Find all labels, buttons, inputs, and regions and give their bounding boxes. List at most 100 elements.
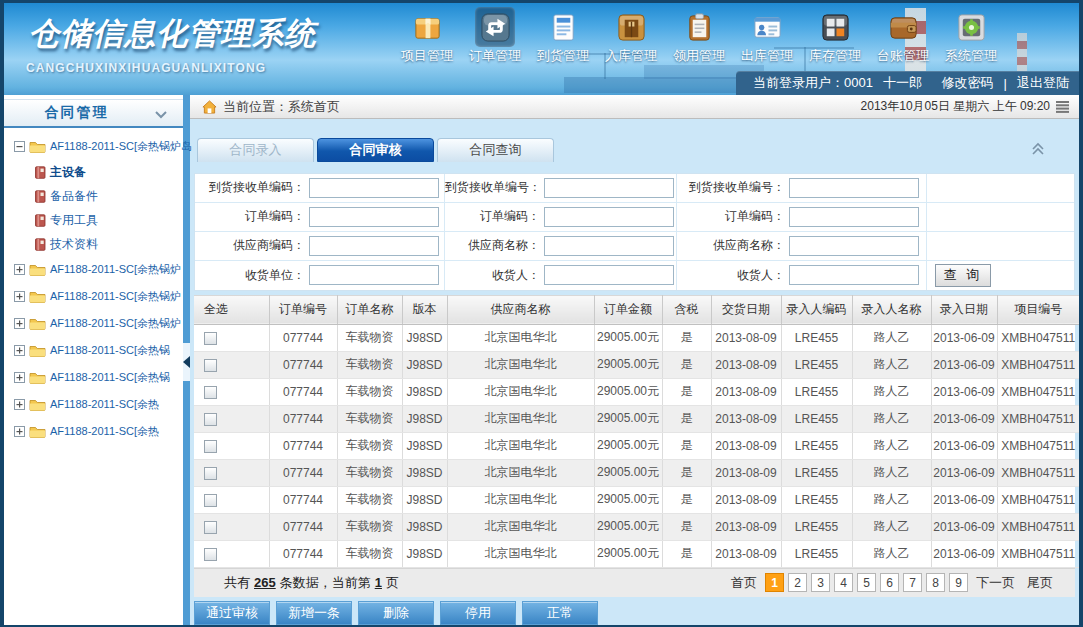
package-icon <box>412 12 443 43</box>
table-footer: 共有265条数据，当前第1页 首页 123456789 下一页尾页 <box>194 568 1075 597</box>
nav-item-台账管理[interactable]: 台账管理 <box>869 7 937 65</box>
row-checkbox[interactable] <box>204 413 217 426</box>
row-checkbox[interactable] <box>204 521 217 534</box>
action-button-停用[interactable]: 停用 <box>440 601 516 625</box>
table-cell: 2013-06-09 <box>931 459 997 486</box>
table-cell: J98SD <box>402 486 447 513</box>
pager-page-1[interactable]: 1 <box>765 573 784 592</box>
tree-item[interactable]: 技术资料 <box>4 232 183 256</box>
form-input[interactable] <box>789 207 919 227</box>
current-user-label: 当前登录用户：0001 <box>753 74 873 92</box>
pager-page-3[interactable]: 3 <box>811 573 830 592</box>
logout-link[interactable]: 退出登陆 <box>1017 74 1069 92</box>
pager-page-9[interactable]: 9 <box>949 573 968 592</box>
nav-item-项目管理[interactable]: 项目管理 <box>393 7 461 65</box>
tree-item[interactable]: AF1188-2011-SC[余热 <box>4 391 183 418</box>
nav-item-领用管理[interactable]: 领用管理 <box>665 7 733 65</box>
table-cell: 是 <box>662 324 711 351</box>
tab-合同审核[interactable]: 合同审核 <box>317 138 434 162</box>
action-button-通过审核[interactable]: 通过审核 <box>194 601 270 625</box>
tree-item[interactable]: AF1188-2011-SC[余热锅炉 <box>4 310 183 337</box>
tree-item[interactable]: 备品备件 <box>4 184 183 208</box>
row-checkbox[interactable] <box>204 494 217 507</box>
column-header: 全选 <box>194 295 269 324</box>
table-cell: LRE455 <box>781 513 852 540</box>
plus-box-icon[interactable] <box>14 264 25 275</box>
nav-item-到货管理[interactable]: 到货管理 <box>529 7 597 65</box>
clipboard-icon <box>684 12 715 43</box>
minus-box-icon[interactable] <box>14 141 25 152</box>
form-input[interactable] <box>789 265 919 285</box>
pager-page-6[interactable]: 6 <box>880 573 899 592</box>
row-checkbox[interactable] <box>204 386 217 399</box>
pager-page-4[interactable]: 4 <box>834 573 853 592</box>
tab-合同查询[interactable]: 合同查询 <box>437 138 554 162</box>
change-password-link[interactable]: 修改密码 <box>942 74 994 92</box>
tree-item[interactable]: AF1188-2011-SC[余热 <box>4 418 183 445</box>
form-input[interactable] <box>544 265 674 285</box>
table-cell: LRE455 <box>781 540 852 567</box>
table-cell: J98SD <box>402 378 447 405</box>
menu-lines-icon[interactable] <box>1056 101 1069 113</box>
nav-item-出库管理[interactable]: 出库管理 <box>733 7 801 65</box>
table-cell: 车载物资 <box>337 405 402 432</box>
pager-page-7[interactable]: 7 <box>903 573 922 592</box>
column-header: 录入人编码 <box>781 295 852 324</box>
form-input[interactable] <box>309 265 439 285</box>
form-input[interactable] <box>789 178 919 198</box>
pager-first[interactable]: 首页 <box>731 574 757 592</box>
table-cell: 077744 <box>269 513 337 540</box>
tree-item[interactable]: AF1188-2011-SC[余热锅 <box>4 364 183 391</box>
search-button[interactable]: 查 询 <box>935 264 991 287</box>
action-button-正常[interactable]: 正常 <box>522 601 598 625</box>
plus-box-icon[interactable] <box>14 291 25 302</box>
form-input[interactable] <box>544 236 674 256</box>
plus-box-icon[interactable] <box>14 318 25 329</box>
tree-item[interactable]: AF1188-2011-SC[余热锅 <box>4 337 183 364</box>
nav-item-库存管理[interactable]: 库存管理 <box>801 7 869 65</box>
plus-box-icon[interactable] <box>14 372 25 383</box>
sidebar-scrollbar[interactable] <box>183 95 190 625</box>
action-button-删除[interactable]: 删除 <box>358 601 434 625</box>
nav-item-系统管理[interactable]: 系统管理 <box>937 7 1005 65</box>
pager-page-8[interactable]: 8 <box>926 573 945 592</box>
tree-item[interactable]: AF1188-2011-SC[余热锅炉 <box>4 283 183 310</box>
row-checkbox[interactable] <box>204 359 217 372</box>
plus-box-icon[interactable] <box>14 399 25 410</box>
row-checkbox[interactable] <box>204 440 217 453</box>
tree-item[interactable]: 主设备 <box>4 160 183 184</box>
nav-item-入库管理[interactable]: 入库管理 <box>597 7 665 65</box>
table-cell: 北京国电华北 <box>447 351 594 378</box>
current-user-name: 十一郎 <box>883 74 922 92</box>
pager-page-2[interactable]: 2 <box>788 573 807 592</box>
sidebar-collapse-arrow-icon[interactable] <box>183 356 190 368</box>
row-checkbox[interactable] <box>204 332 217 345</box>
plus-box-icon[interactable] <box>14 426 25 437</box>
tree-item[interactable]: AF1188-2011-SC[余热锅炉岛 <box>4 133 183 160</box>
tab-合同录入[interactable]: 合同录入 <box>197 138 314 162</box>
form-input[interactable] <box>789 236 919 256</box>
pager-next[interactable]: 下一页 <box>976 574 1015 592</box>
table-cell: 车载物资 <box>337 513 402 540</box>
row-checkbox[interactable] <box>204 548 217 561</box>
action-button-新增一条[interactable]: 新增一条 <box>276 601 352 625</box>
table-cell: LRE455 <box>781 405 852 432</box>
tree-item[interactable]: 专用工具 <box>4 208 183 232</box>
collapse-panel-icon[interactable] <box>1031 142 1045 156</box>
sidebar-header[interactable]: 合同管理 <box>4 99 183 128</box>
table-cell: 北京国电华北 <box>447 432 594 459</box>
top-nav: 项目管理订单管理到货管理入库管理领用管理出库管理库存管理台账管理系统管理 <box>393 7 1005 65</box>
plus-box-icon[interactable] <box>14 345 25 356</box>
record-summary: 共有265条数据，当前第1页 <box>224 574 399 592</box>
form-input[interactable] <box>544 178 674 198</box>
pager-page-5[interactable]: 5 <box>857 573 876 592</box>
tree-item[interactable]: AF1188-2011-SC[余热锅炉 <box>4 256 183 283</box>
sidebar: 合同管理 AF1188-2011-SC[余热锅炉岛主设备备品备件专用工具技术资料… <box>4 95 190 625</box>
form-input[interactable] <box>309 236 439 256</box>
form-input[interactable] <box>309 207 439 227</box>
form-input[interactable] <box>544 207 674 227</box>
nav-item-订单管理[interactable]: 订单管理 <box>461 7 529 65</box>
row-checkbox[interactable] <box>204 467 217 480</box>
pager-last[interactable]: 尾页 <box>1027 574 1053 592</box>
form-input[interactable] <box>309 178 439 198</box>
